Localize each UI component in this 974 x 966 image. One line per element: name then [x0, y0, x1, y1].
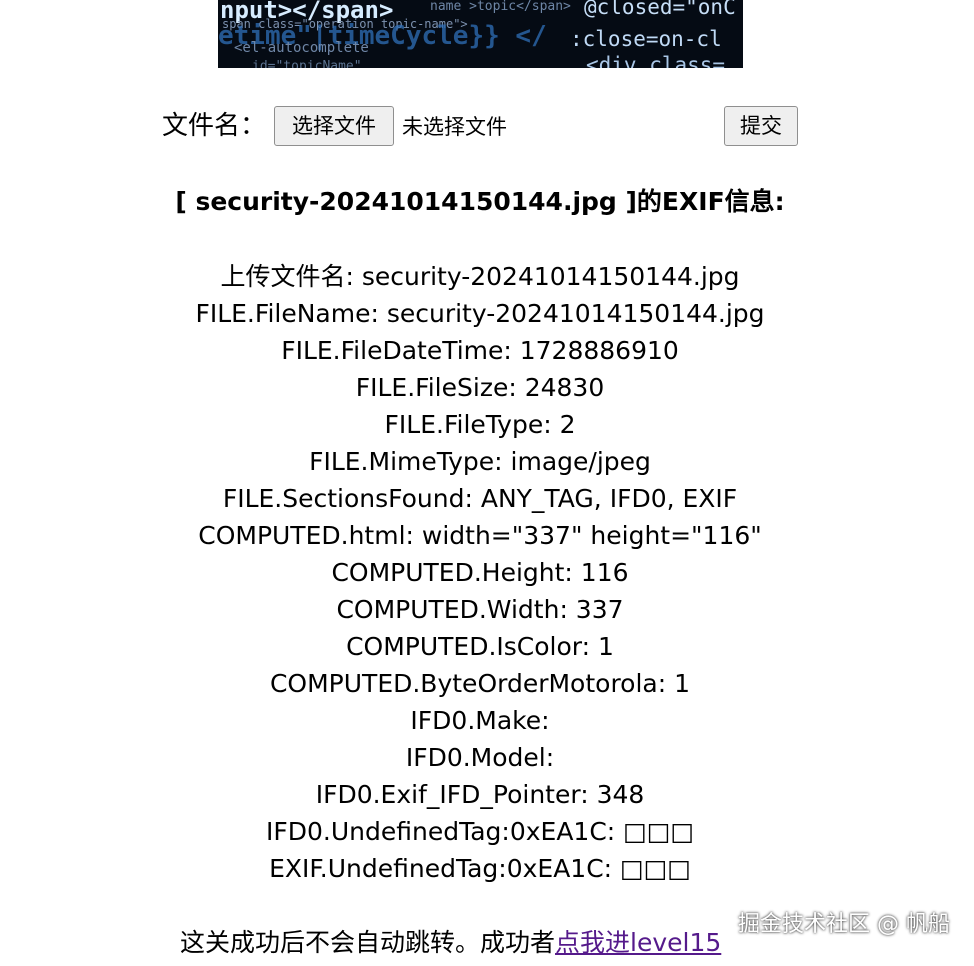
upload-form: 文件名： 选择文件 未选择文件 提交: [162, 104, 802, 148]
exif-info-list: 上传文件名: security-20241014150144.jpg FILE.…: [0, 258, 960, 887]
file-name-label: 文件名：: [162, 111, 267, 141]
exif-file-type: FILE.FileType: 2: [384, 410, 576, 439]
exif-file-size: FILE.FileSize: 24830: [355, 373, 605, 402]
exif-computed-width: COMPUTED.Width: 337: [336, 595, 624, 624]
success-hint: 这关成功后不会自动跳转。成功者点我进level15: [180, 925, 721, 961]
success-hint-text: 这关成功后不会自动跳转。成功者: [180, 928, 556, 957]
exif-computed-byteorder: COMPUTED.ByteOrderMotorola: 1: [269, 669, 691, 698]
submit-button[interactable]: 提交: [724, 106, 798, 146]
exif-file-datetime: FILE.FileDateTime: 1728886910: [281, 336, 679, 365]
exif-ifd0-undefined-tag: IFD0.UndefinedTag:0xEA1C: □□□: [265, 817, 695, 846]
header-code-banner-image: nput></span> name >topic</span> @closed=…: [218, 0, 743, 68]
exif-file-filename: FILE.FileName: security-20241014150144.j…: [195, 299, 765, 328]
exif-sections-found: FILE.SectionsFound: ANY_TAG, IFD0, EXIF: [222, 484, 738, 513]
banner-code-line: @closed="onC: [584, 0, 736, 19]
banner-code-line: id="topicName": [252, 59, 362, 68]
exif-upload-filename: 上传文件名: security-20241014150144.jpg: [220, 262, 740, 291]
choose-file-button[interactable]: 选择文件: [274, 106, 394, 146]
exif-computed-html: COMPUTED.html: width="337" height="116": [198, 521, 762, 550]
banner-code-line: <div class=: [586, 53, 725, 68]
code-banner-graphic: nput></span> name >topic</span> @closed=…: [218, 0, 743, 68]
banner-code-line: :close=on-cl: [570, 27, 722, 51]
site-watermark: 掘金技术社区 @ 帆船: [738, 912, 950, 937]
exif-info-title: [ security-20241014150144.jpg ]的EXIF信息:: [175, 187, 785, 216]
no-file-chosen-text: 未选择文件: [402, 115, 507, 139]
banner-code-line: name >topic</span>: [430, 0, 571, 14]
exif-ifd0-make: IFD0.Make:: [410, 706, 550, 735]
exif-mime-type: FILE.MimeType: image/jpeg: [309, 447, 651, 476]
exif-ifd0-model: IFD0.Model:: [405, 743, 555, 772]
banner-code-line: <el-autocomplete: [234, 40, 369, 56]
exif-computed-iscolor: COMPUTED.IsColor: 1: [346, 632, 614, 661]
exif-undefined-tag: EXIF.UndefinedTag:0xEA1C: □□□: [269, 854, 691, 883]
next-level-link[interactable]: 点我进level15: [555, 928, 721, 957]
exif-computed-height: COMPUTED.Height: 116: [331, 558, 629, 587]
exif-ifd0-pointer: IFD0.Exif_IFD_Pointer: 348: [315, 780, 645, 809]
